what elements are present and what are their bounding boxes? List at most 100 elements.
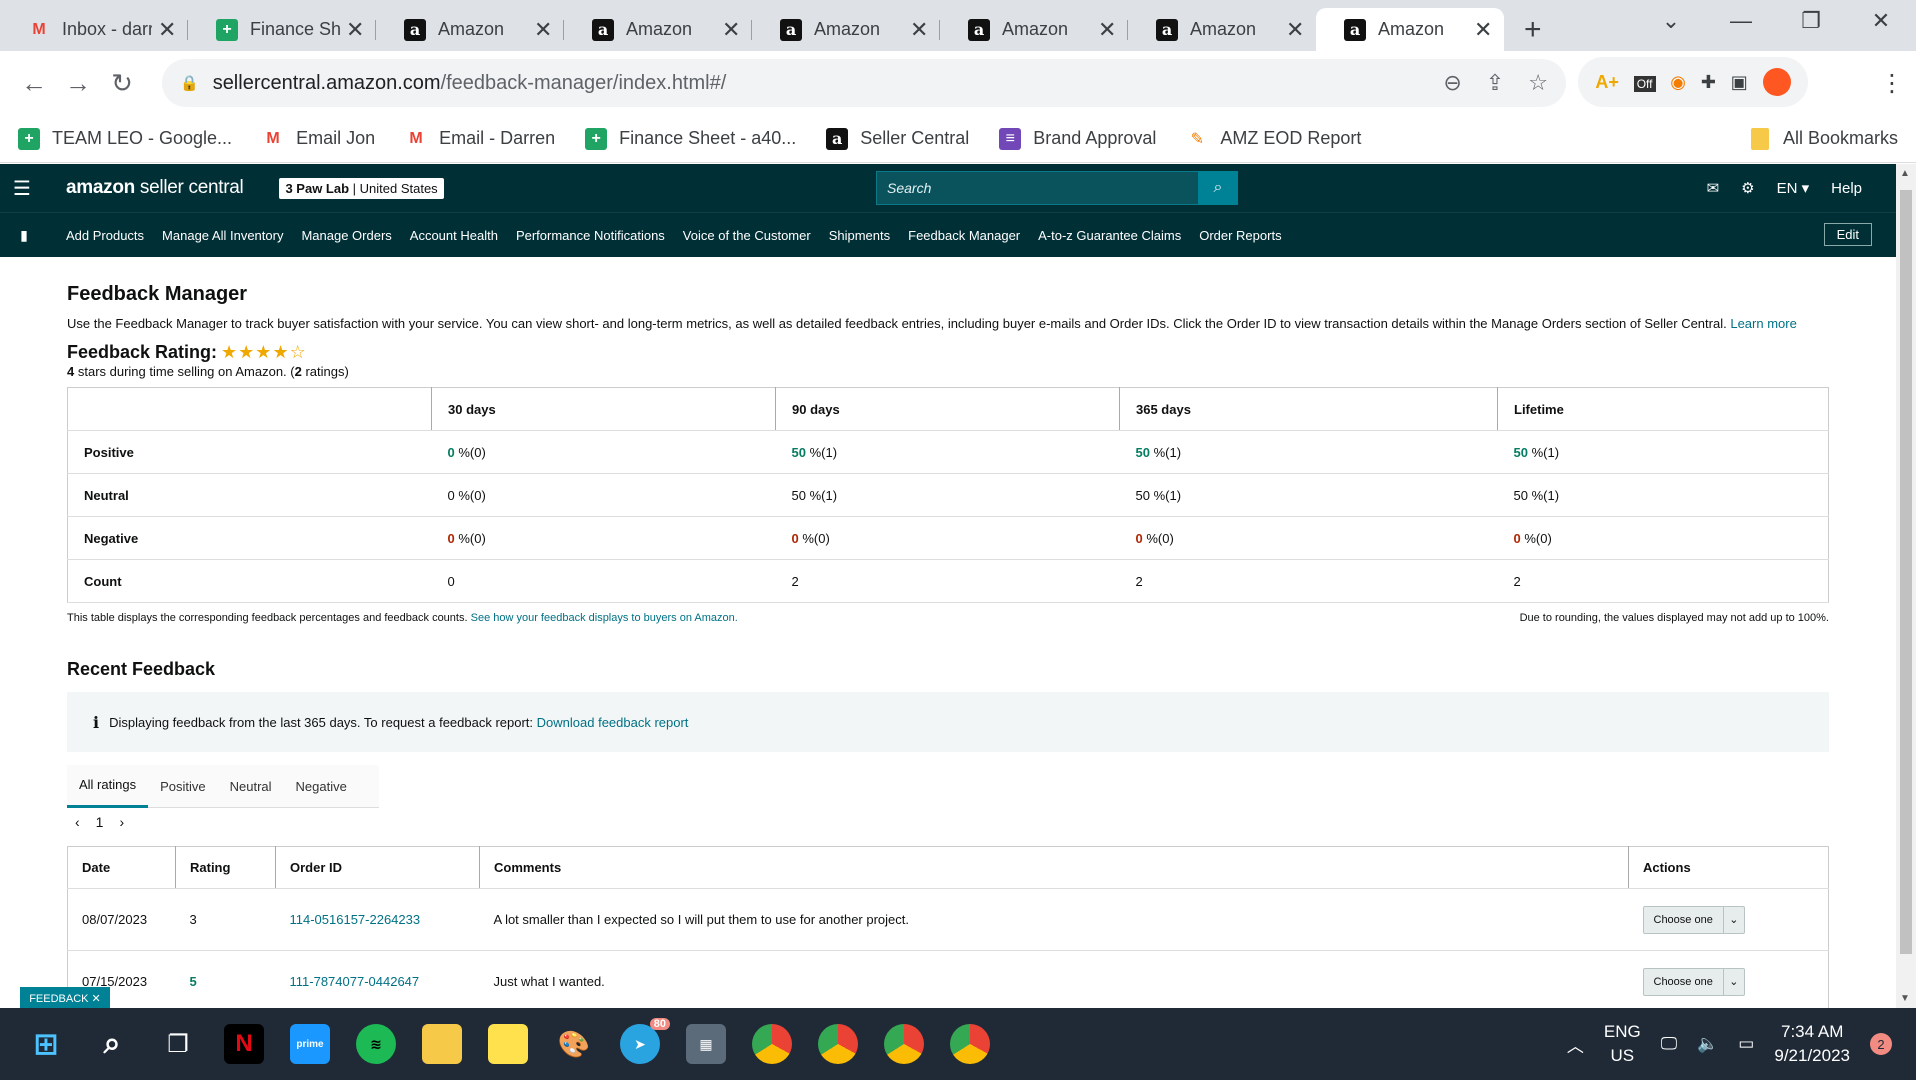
browser-tab[interactable]: a Amazon ✕ [940,8,1128,51]
reload-button[interactable]: ↻ [100,68,144,99]
language-indicator[interactable]: ENG US [1604,1020,1641,1068]
sticky-notes-icon[interactable] [488,1024,528,1064]
next-page-icon[interactable]: › [119,814,124,830]
back-button[interactable]: ← [12,68,56,99]
filter-tab[interactable]: Neutral [218,765,284,808]
learn-more-link[interactable]: Learn more [1730,316,1796,331]
mail-icon[interactable]: ✉ [1707,179,1720,197]
search-icon[interactable]: ⌕ [1198,171,1238,205]
feedback-tag-button[interactable]: FEEDBACK ✕ [20,987,110,1009]
browser-tab[interactable]: a Amazon ✕ [1316,8,1504,51]
file-explorer-icon[interactable] [422,1024,462,1064]
chrome-menu-icon[interactable]: ⋮ [1880,69,1904,98]
close-tab-icon[interactable]: ✕ [722,17,740,43]
hamburger-menu-icon[interactable]: ☰ [0,176,44,201]
choose-one-dropdown[interactable]: Choose one ⌄ [1642,967,1745,996]
download-report-link[interactable]: Download feedback report [537,715,689,730]
network-icon[interactable]: 🖵 [1661,1034,1677,1054]
close-window-button[interactable]: ✕ [1846,0,1916,42]
bookmark-item[interactable]: ≡ Brand Approval [999,127,1156,150]
order-id-link[interactable]: 114-0516157-2264233 [275,888,480,951]
page-number[interactable]: 1 [96,814,104,830]
nav-item[interactable]: A-to-z Guarantee Claims [1038,228,1181,243]
bookmark-item[interactable]: ✎ AMZ EOD Report [1186,128,1362,150]
bookmark-item[interactable]: M Email Jon [262,128,375,150]
scroll-down-icon[interactable]: ▼ [1900,993,1910,1004]
nav-item[interactable]: Account Health [410,228,498,243]
telegram-icon[interactable]: ➤ 80 [620,1018,670,1064]
bookmark-item[interactable]: M Email - Darren [405,128,555,150]
bookmark-item[interactable]: + TEAM LEO - Google... [18,127,232,150]
nav-item[interactable]: Manage All Inventory [162,228,283,243]
nav-item[interactable]: Manage Orders [301,228,391,243]
bookmark-item[interactable]: a Seller Central [826,127,969,150]
browser-tab[interactable]: a Amazon ✕ [564,8,752,51]
nav-item[interactable]: Performance Notifications [516,228,665,243]
store-selector[interactable]: 3 Paw Lab | United States [279,177,444,199]
nav-item[interactable]: Voice of the Customer [683,228,811,243]
volume-icon[interactable]: 🔈 [1697,1034,1718,1054]
calculator-icon[interactable]: ▦ [686,1024,726,1064]
edit-nav-button[interactable]: Edit [1823,223,1872,246]
orange-extension-icon[interactable]: ◉ [1670,72,1686,93]
browser-tab[interactable]: a Amazon ✕ [376,8,564,51]
forward-button[interactable]: → [56,68,100,99]
page-scrollbar[interactable]: ▲ ▼ [1896,164,1916,1008]
tray-chevron-icon[interactable]: ︿ [1567,1032,1584,1057]
search-input[interactable]: Search ⌕ [876,171,1238,205]
browser-tab[interactable]: a Amazon ✕ [1128,8,1316,51]
help-link[interactable]: Help [1831,180,1862,197]
nav-item[interactable]: Order Reports [1199,228,1281,243]
restore-button[interactable]: ❐ [1776,0,1846,42]
language-selector[interactable]: EN ▾ [1777,179,1810,197]
new-tab-button[interactable]: + [1524,8,1542,51]
puzzle-icon[interactable]: ✚ [1701,72,1716,93]
notification-badge[interactable]: 2 [1870,1033,1892,1055]
netflix-icon[interactable]: N [224,1024,264,1064]
nav-item[interactable]: Add Products [66,228,144,243]
close-tab-icon[interactable]: ✕ [910,17,928,43]
filter-tab[interactable]: All ratings [67,765,149,808]
filter-tab[interactable]: Positive [148,765,218,808]
bookmark-icon[interactable]: ▮ [0,227,48,244]
battery-icon[interactable]: ▭ [1738,1034,1754,1054]
close-tab-icon[interactable]: ✕ [1474,17,1492,43]
bookmark-star-icon[interactable]: ☆ [1528,70,1548,96]
close-tab-icon[interactable]: ✕ [1286,17,1304,43]
chrome-profile-4-icon[interactable] [950,1024,990,1064]
close-tab-icon[interactable]: ✕ [346,17,364,43]
scroll-up-icon[interactable]: ▲ [1900,168,1910,179]
scroll-thumb[interactable] [1900,190,1912,954]
tab-search-icon[interactable]: ⌄ [1636,0,1706,42]
close-tab-icon[interactable]: ✕ [1098,17,1116,43]
bookmark-item[interactable]: + Finance Sheet - a40... [585,127,796,150]
task-view-icon[interactable]: ❐ [158,1024,198,1064]
scout-extension-icon[interactable]: A+ [1595,72,1619,93]
zoom-icon[interactable]: ⊖ [1443,70,1461,96]
sidepanel-icon[interactable]: ▣ [1731,72,1748,93]
paint-icon[interactable]: 🎨 [554,1024,594,1064]
chrome-profile-3-icon[interactable] [884,1024,924,1064]
order-id-link[interactable]: 111-7874077-0442647 [275,950,480,1013]
seller-central-logo[interactable]: amazon seller central [66,177,244,199]
browser-tab[interactable]: + Finance She ✕ [188,8,376,51]
close-tab-icon[interactable]: ✕ [158,17,176,43]
choose-one-dropdown[interactable]: Choose one ⌄ [1642,905,1745,934]
browser-tab[interactable]: a Amazon ✕ [752,8,940,51]
nav-item[interactable]: Shipments [829,228,890,243]
share-icon[interactable]: ⇪ [1486,70,1504,96]
prev-page-icon[interactable]: ‹ [75,814,80,830]
spotify-icon[interactable]: ≋ [356,1024,396,1064]
clock[interactable]: 7:34 AM 9/21/2023 [1774,1020,1850,1068]
profile-avatar[interactable] [1762,68,1791,96]
chrome-icon[interactable] [752,1024,792,1064]
nav-item[interactable]: Feedback Manager [908,228,1020,243]
close-tab-icon[interactable]: ✕ [534,17,552,43]
address-bar[interactable]: 🔒 sellercentral.amazon.com/feedback-mana… [162,59,1566,107]
search-taskbar-icon[interactable]: ⌕ [92,1024,132,1064]
feedback-display-link[interactable]: See how your feedback displays to buyers… [471,612,738,624]
filter-tab[interactable]: Negative [284,765,359,808]
off-extension-icon[interactable]: Off [1633,72,1656,93]
minimize-button[interactable]: — [1706,0,1776,42]
prime-video-icon[interactable]: prime [290,1024,330,1064]
